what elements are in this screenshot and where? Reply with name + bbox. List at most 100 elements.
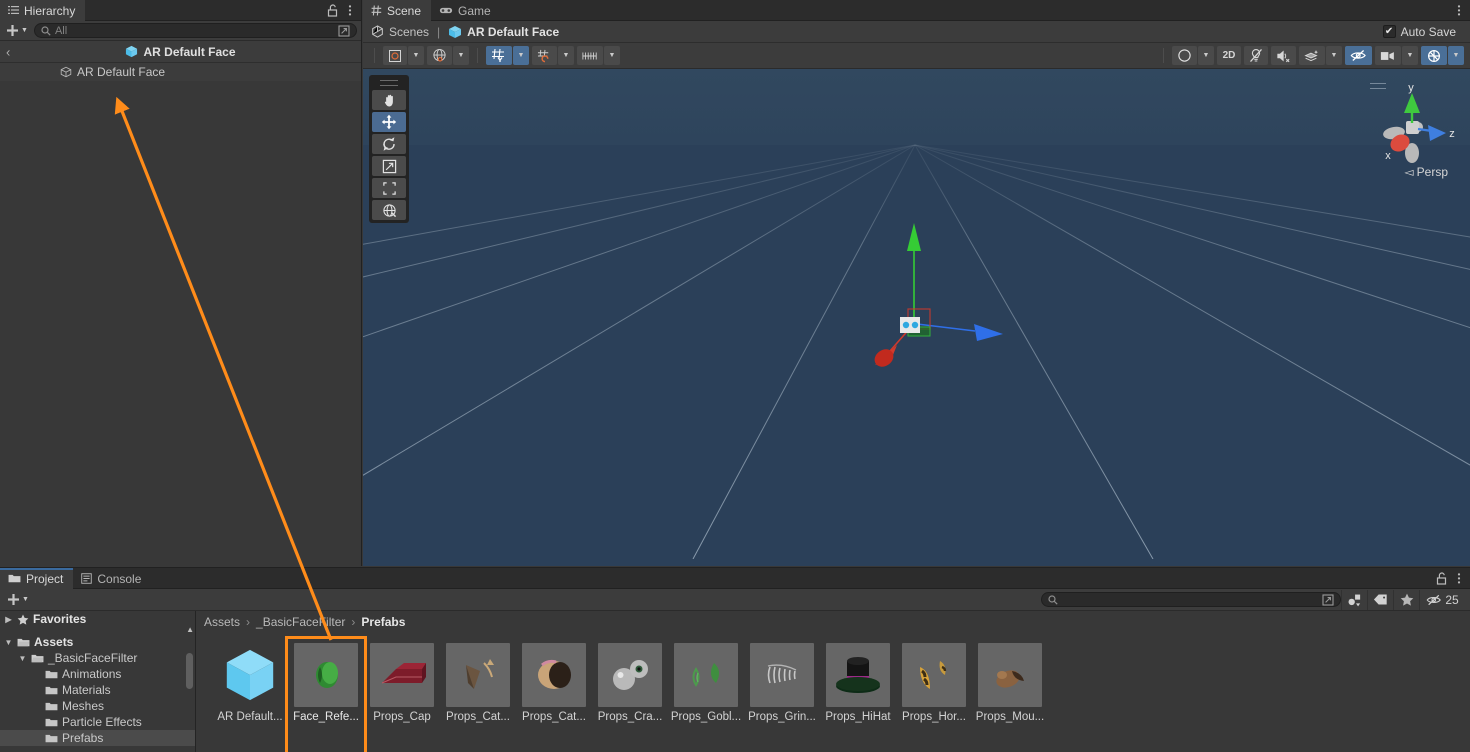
gameobject-cube-icon (60, 66, 72, 78)
tree-row-basicfacefilter[interactable]: ▼ _BasicFaceFilter (0, 650, 195, 666)
breadcrumb-basicfacefilter[interactable]: _BasicFaceFilter (256, 615, 345, 629)
back-arrow-icon[interactable]: ‹ (6, 44, 10, 59)
snap-dropdown[interactable]: ▼ (558, 46, 574, 65)
scale-tool-button[interactable] (372, 156, 406, 176)
tree-row-label: Particle Effects (62, 715, 142, 729)
asset-item-props-goblin[interactable]: Props_Gobl... (668, 639, 744, 752)
tree-row-materials[interactable]: Materials (0, 682, 195, 698)
toggle-fx-button[interactable] (1299, 46, 1325, 65)
hierarchy-search-input[interactable]: All (33, 23, 357, 38)
asset-item-props-grin[interactable]: Props_Grin... (744, 639, 820, 752)
globe-space-button[interactable] (427, 46, 452, 65)
breadcrumb-scenes[interactable]: Scenes (371, 25, 429, 39)
asset-label: Props_Cap (373, 711, 431, 723)
tree-scrollbar[interactable] (186, 653, 193, 689)
search-icon (1048, 594, 1058, 605)
lighting-dropdown[interactable]: ▼ (1198, 46, 1214, 65)
assets-expander-triangle[interactable]: ▼ (4, 638, 13, 647)
move-gizmo[interactable] (363, 69, 1470, 559)
kebab-menu-icon[interactable] (1457, 572, 1461, 585)
search-by-type-button[interactable] (1341, 589, 1367, 610)
search-popout-icon[interactable] (1322, 593, 1334, 606)
favorites-star-button[interactable] (1393, 589, 1419, 610)
rotate-tool-button[interactable] (372, 134, 406, 154)
asset-item-ar-default-face[interactable]: AR Default... (212, 639, 288, 752)
projection-toggle[interactable]: ◅ Persp (1404, 165, 1448, 179)
asset-item-props-cap[interactable]: Props_Cap (364, 639, 440, 752)
draw-mode-shaded-button[interactable] (383, 46, 407, 65)
toggle-2d-label: 2D (1222, 50, 1236, 61)
tree-row-particle-effects[interactable]: Particle Effects (0, 714, 195, 730)
prefab-breadcrumb[interactable]: AR Default Face (125, 45, 236, 59)
search-popout-icon[interactable] (338, 24, 350, 37)
asset-item-props-crazy[interactable]: Props_Cra... (592, 639, 668, 752)
grid-axis-y-button[interactable] (486, 46, 512, 65)
grid-size-dropdown[interactable]: ▼ (604, 46, 620, 65)
tan-ring-mesh-icon (538, 659, 571, 689)
create-dropdown-caret[interactable]: ▼ (21, 27, 28, 34)
asset-item-props-mouse[interactable]: Props_Mou... (972, 639, 1048, 752)
scene-camera-button[interactable] (1375, 46, 1401, 65)
hierarchy-row-ar-default-face[interactable]: AR Default Face (0, 63, 361, 81)
breadcrumb-prefabs[interactable]: Prefabs (361, 615, 405, 629)
fx-dropdown[interactable]: ▼ (1326, 46, 1342, 65)
asset-item-props-hihat[interactable]: Props_HiHat (820, 639, 896, 752)
tab-console[interactable]: Console (73, 568, 151, 589)
tree-row-animations[interactable]: Animations (0, 666, 195, 682)
create-asset-caret[interactable]: ▼ (22, 596, 29, 603)
move-tool-button[interactable] (372, 112, 406, 132)
create-gameobject-button[interactable]: ▼ (4, 24, 30, 37)
kebab-menu-icon[interactable] (1457, 4, 1461, 17)
scene-visibility-count-button[interactable]: 25 (1419, 589, 1465, 610)
auto-save-checkbox[interactable]: ✔ (1382, 25, 1396, 38)
gizmos-dropdown[interactable]: ▼ (1448, 46, 1464, 65)
tree-row-assets[interactable]: ▼ Assets (0, 634, 195, 650)
lock-open-icon[interactable] (1436, 571, 1447, 585)
kebab-menu-icon[interactable] (348, 4, 352, 17)
tree-row-prefabs[interactable]: Prefabs (0, 730, 195, 746)
project-search-input[interactable] (1041, 592, 1341, 607)
tab-game[interactable]: Game (431, 0, 501, 21)
rect-tool-button[interactable] (372, 178, 406, 198)
tab-project[interactable]: Project (0, 568, 74, 589)
hand-tool-button[interactable] (372, 90, 406, 110)
breadcrumb-prefab[interactable]: AR Default Face (448, 25, 559, 39)
gizmos-toggle-button[interactable] (1421, 46, 1447, 65)
toggle-2d-button[interactable]: 2D (1217, 46, 1241, 65)
tab-scene[interactable]: Scene (363, 0, 432, 21)
basicfacefilter-expander-triangle[interactable]: ▼ (18, 654, 27, 663)
scene-viewport[interactable]: y z x ◅ Persp (363, 69, 1470, 566)
create-asset-button[interactable]: ▼ (5, 593, 31, 606)
grid-size-button[interactable] (577, 46, 603, 65)
snap-increment-button[interactable] (532, 46, 557, 65)
toggle-audio-button[interactable] (1271, 46, 1296, 65)
asset-item-props-cat-1[interactable]: Props_Cat... (440, 639, 516, 752)
unity-logo-icon (371, 25, 384, 38)
toggle-scene-visibility-button[interactable] (1345, 46, 1372, 65)
scene-camera-group: ▼ (1375, 46, 1418, 65)
scene-tools-palette (369, 75, 409, 223)
asset-thumbnail (826, 643, 890, 707)
tree-row-meshes[interactable]: Meshes (0, 698, 195, 714)
auto-save-toggle[interactable]: ✔ Auto Save (1382, 25, 1462, 39)
transform-tool-button[interactable] (372, 200, 406, 220)
grid-axis-dropdown[interactable]: ▼ (513, 46, 529, 65)
scene-lighting-sphere-button[interactable] (1172, 46, 1197, 65)
lock-open-icon[interactable] (327, 3, 338, 17)
tree-scroll-up-arrow[interactable]: ▲ (186, 625, 194, 634)
asset-item-props-cat-2[interactable]: Props_Cat... (516, 639, 592, 752)
favorites-expander-triangle[interactable]: ▶ (4, 615, 13, 624)
search-by-label-button[interactable] (1367, 589, 1393, 610)
tool-palette-grip[interactable] (380, 80, 398, 86)
gizmo-space-dropdown[interactable]: ▼ (453, 46, 469, 65)
tree-row-label: Prefabs (62, 731, 104, 745)
asset-item-face-reference[interactable]: Face_Refe... (285, 636, 367, 752)
tree-row-favorites[interactable]: ▶ Favorites (0, 611, 195, 627)
breadcrumb-assets[interactable]: Assets (204, 615, 240, 629)
draw-mode-dropdown[interactable]: ▼ (408, 46, 424, 65)
asset-label: AR Default... (217, 711, 283, 723)
toggle-scene-lighting-button[interactable] (1244, 46, 1268, 65)
tab-hierarchy[interactable]: Hierarchy (0, 0, 86, 21)
scene-camera-dropdown[interactable]: ▼ (1402, 46, 1418, 65)
asset-item-props-horn[interactable]: Props_Hor... (896, 639, 972, 752)
